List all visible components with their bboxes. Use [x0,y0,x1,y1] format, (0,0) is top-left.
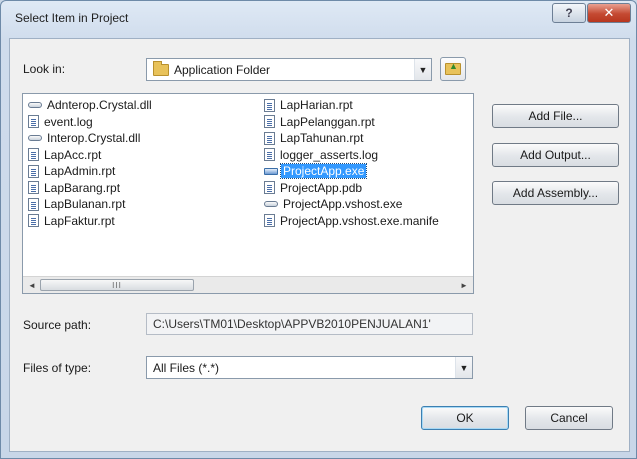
file-item[interactable]: logger_asserts.log [264,147,441,164]
document-icon [28,214,39,228]
help-button[interactable]: ? [552,3,586,23]
file-list-column-2: LapHarian.rpt LapPelanggan.rpt LapTahunan.… [264,97,441,229]
document-icon [28,197,39,211]
file-name: ProjectApp.pdb [280,180,363,195]
file-name: LapAdmin.rpt [44,164,116,179]
close-icon: ✕ [603,5,615,20]
ok-button[interactable]: OK [421,406,509,430]
folder-icon [153,60,169,76]
file-item[interactable]: ProjectApp.vshost.exe.manife [264,213,441,230]
dialog-client-area: Look in: Application Folder ▼ Adnterop.C… [9,38,630,452]
files-of-type-label: Files of type: [23,361,92,375]
file-item[interactable]: LapBarang.rpt [28,180,154,197]
file-item[interactable]: LapHarian.rpt [264,97,441,114]
file-item[interactable]: Interop.Crystal.dll [28,130,154,147]
chevron-down-icon[interactable]: ▼ [455,357,472,378]
file-item[interactable]: LapFaktur.rpt [28,213,154,230]
file-name: LapBarang.rpt [44,180,121,195]
dll-icon [264,201,278,208]
file-name: LapFaktur.rpt [44,213,115,228]
chevron-down-icon[interactable]: ▼ [414,59,431,80]
look-in-label: Look in: [23,62,66,76]
dll-icon [28,135,42,142]
file-name: ProjectApp.exe [279,163,368,180]
close-button[interactable]: ✕ [587,3,631,23]
file-item[interactable]: event.log [28,114,154,131]
question-icon: ? [565,6,573,20]
file-item[interactable]: LapPelanggan.rpt [264,114,441,131]
file-name: LapTahunan.rpt [280,131,364,146]
scroll-left-icon[interactable]: ◄ [24,278,40,292]
file-item[interactable]: ProjectApp.exe [264,163,441,180]
horizontal-scrollbar[interactable]: ◄ III ► [23,276,473,293]
document-icon [264,214,275,228]
source-path-label: Source path: [23,318,92,332]
folder-up-icon [445,61,461,75]
dialog-window: Select Item in Project ? ✕ Look in: Appl… [0,0,637,459]
look-in-value: Application Folder [174,62,271,77]
file-list[interactable]: Adnterop.Crystal.dll event.log Interop.Cry… [22,93,474,294]
files-of-type-dropdown[interactable]: All Files (*.*) ▼ [146,356,473,379]
file-item[interactable]: ProjectApp.vshost.exe [264,196,441,213]
up-one-level-button[interactable] [440,57,466,81]
file-item[interactable]: LapBulanan.rpt [28,196,154,213]
document-icon [264,98,275,112]
scrollbar-thumb[interactable]: III [40,279,194,291]
exe-icon [264,167,278,175]
add-assembly-button[interactable]: Add Assembly... [492,181,619,205]
file-item[interactable]: LapTahunan.rpt [264,130,441,147]
file-item[interactable]: Adnterop.Crystal.dll [28,97,154,114]
document-icon [28,148,39,162]
source-path-field: C:\Users\TM01\Desktop\APPVB2010PENJUALAN… [146,313,473,335]
document-icon [28,115,39,129]
file-name: ProjectApp.vshost.exe.manife [280,213,439,228]
dll-icon [28,102,42,109]
file-name: event.log [44,114,93,129]
file-item[interactable]: LapAdmin.rpt [28,163,154,180]
file-name: logger_asserts.log [280,147,379,162]
cancel-button[interactable]: Cancel [525,406,613,430]
file-name: LapAcc.rpt [44,147,102,162]
file-name: Interop.Crystal.dll [47,131,141,146]
title-bar[interactable]: Select Item in Project ? ✕ [1,1,636,37]
file-name: LapBulanan.rpt [44,197,126,212]
file-item[interactable]: LapAcc.rpt [28,147,154,164]
file-name: LapHarian.rpt [280,98,353,113]
document-icon [264,131,275,145]
document-icon [264,148,275,162]
dialog-title: Select Item in Project [15,11,129,25]
document-icon [28,164,39,178]
file-name: ProjectApp.vshost.exe [283,197,403,212]
file-name: Adnterop.Crystal.dll [47,98,152,113]
document-icon [264,181,275,195]
add-output-button[interactable]: Add Output... [492,143,619,167]
files-of-type-value: All Files (*.*) [153,360,220,375]
look-in-dropdown[interactable]: Application Folder ▼ [146,58,432,81]
document-icon [28,181,39,195]
file-item[interactable]: ProjectApp.pdb [264,180,441,197]
file-list-column-1: Adnterop.Crystal.dll event.log Interop.Cry… [28,97,154,229]
scroll-right-icon[interactable]: ► [456,278,472,292]
file-name: LapPelanggan.rpt [280,114,375,129]
document-icon [264,115,275,129]
add-file-button[interactable]: Add File... [492,104,619,128]
